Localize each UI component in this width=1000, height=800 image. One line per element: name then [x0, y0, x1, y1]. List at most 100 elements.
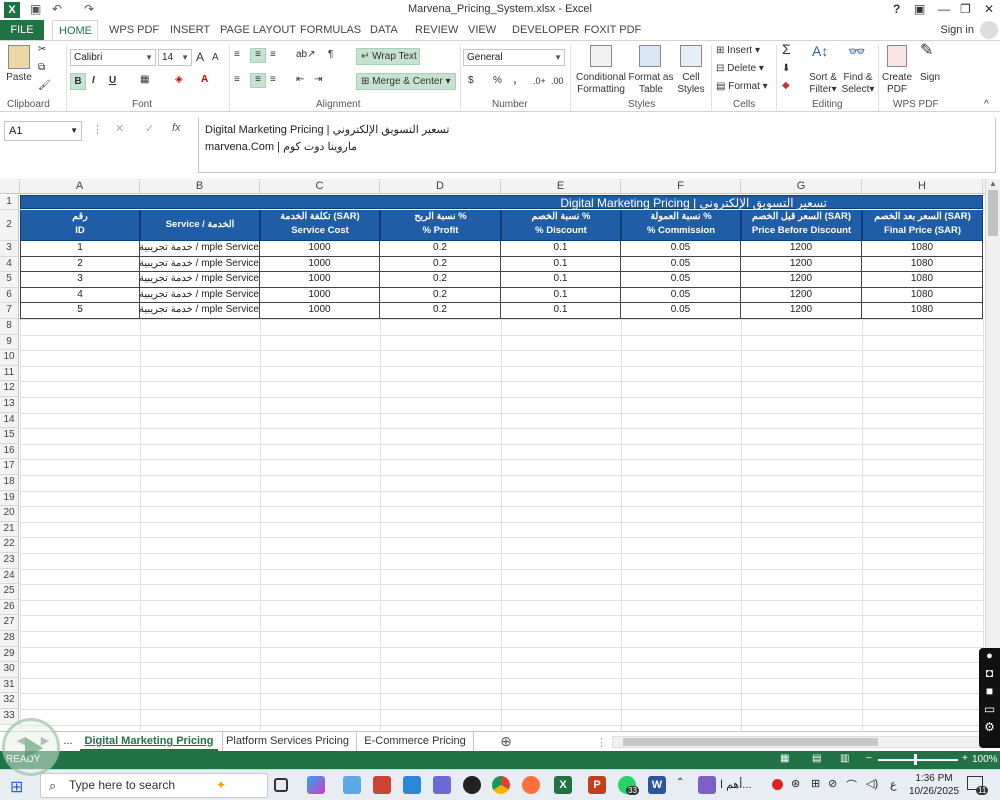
table-cell[interactable]: mple Service / خدمة تجريبية: [140, 272, 260, 288]
row-header-15[interactable]: 15: [0, 428, 19, 444]
tab-formulas[interactable]: FORMULAS: [294, 20, 367, 40]
sort-filter-button[interactable]: Sort & Filter▾: [806, 72, 840, 96]
table-cell[interactable]: 0.1: [501, 256, 621, 273]
settings-gear-icon[interactable]: ⚙: [979, 720, 1000, 734]
row-header-20[interactable]: 20: [0, 506, 19, 522]
word-icon[interactable]: W: [648, 776, 666, 794]
column-header-b[interactable]: B: [140, 179, 260, 194]
percent-button[interactable]: %: [493, 75, 502, 87]
sheet-tab-ecommerce[interactable]: E-Commerce Pricing: [356, 732, 474, 751]
align-middle-icon[interactable]: ≡: [250, 48, 266, 63]
row-header-32[interactable]: 32: [0, 693, 19, 709]
teams-icon[interactable]: [698, 776, 716, 794]
wifi-icon[interactable]: ⌒: [846, 777, 857, 793]
table-cell[interactable]: 2: [20, 256, 140, 273]
font-size-select[interactable]: 14 ▼: [158, 49, 192, 66]
excel-taskbar-icon[interactable]: X: [554, 776, 572, 794]
row-header-17[interactable]: 17: [0, 459, 19, 475]
taskbar-clock[interactable]: 1:36 PM 10/26/2025: [906, 772, 962, 798]
table-cell[interactable]: 0.1: [501, 303, 621, 319]
insert-cells-button[interactable]: ⊞ Insert ▾: [716, 45, 760, 57]
store-icon[interactable]: [403, 776, 421, 794]
cut-icon[interactable]: ✂: [38, 44, 46, 56]
header-cell-c[interactable]: تكلفة الخدمة (SAR) Service Cost: [260, 210, 380, 241]
row-header-27[interactable]: 27: [0, 615, 19, 631]
more-sheets-button[interactable]: ...: [60, 732, 76, 751]
table-cell[interactable]: 1000: [260, 256, 380, 273]
zoom-in-button[interactable]: +: [962, 753, 968, 764]
table-cell[interactable]: 0.1: [501, 287, 621, 304]
decrease-indent-icon[interactable]: ⇤: [296, 74, 304, 86]
table-cell[interactable]: 1200: [741, 287, 862, 304]
row-header-29[interactable]: 29: [0, 646, 19, 663]
table-cell[interactable]: 1200: [741, 272, 862, 288]
copilot-icon[interactable]: [307, 776, 325, 794]
normal-view-icon[interactable]: ▦: [780, 753, 789, 764]
record-icon[interactable]: [772, 779, 783, 790]
table-cell[interactable]: 0.05: [621, 303, 741, 319]
row-header-18[interactable]: 18: [0, 475, 19, 491]
font-color-icon[interactable]: A: [201, 74, 208, 86]
row-header-14[interactable]: 14: [0, 412, 19, 429]
orientation-icon[interactable]: ab↗: [296, 49, 316, 61]
table-cell[interactable]: 1200: [741, 241, 862, 257]
conditional-formatting-button[interactable]: Conditional Formatting: [574, 72, 628, 96]
column-header-d[interactable]: D: [380, 179, 501, 194]
number-format-select[interactable]: General ▼: [463, 49, 565, 66]
clear-icon[interactable]: ◆: [782, 80, 790, 92]
horizontal-scrollbar[interactable]: [612, 736, 982, 748]
sheet-title-cell[interactable]: Digital Marketing Pricing | تسعير التسوي…: [20, 195, 983, 210]
header-cell-g[interactable]: السعر قبل الخصم (SAR) Price Before Discou…: [741, 210, 862, 241]
table-cell[interactable]: 0.2: [380, 303, 501, 319]
tab-home[interactable]: HOME: [52, 20, 98, 40]
table-cell[interactable]: 1000: [260, 241, 380, 257]
paste-button[interactable]: Paste: [2, 72, 36, 84]
soccer-icon[interactable]: [463, 776, 481, 794]
table-cell[interactable]: 0.2: [380, 272, 501, 288]
firefox-icon[interactable]: [522, 776, 540, 794]
account-avatar[interactable]: [980, 21, 998, 39]
sign-button[interactable]: Sign: [918, 72, 942, 84]
powerpoint-icon[interactable]: P: [588, 776, 606, 794]
row-header-2[interactable]: 2: [0, 210, 19, 241]
create-pdf-button[interactable]: Create PDF: [880, 72, 914, 96]
table-cell[interactable]: mple Service / خدمة تجريبية: [140, 287, 260, 304]
row-header-16[interactable]: 16: [0, 443, 19, 460]
table-cell[interactable]: 1080: [862, 241, 983, 257]
paste-icon[interactable]: [8, 45, 30, 69]
name-box[interactable]: A1 ▼: [4, 121, 82, 141]
column-header-a[interactable]: A: [20, 179, 140, 194]
tab-foxit-pdf[interactable]: FOXIT PDF: [578, 20, 647, 40]
format-cells-button[interactable]: ▤ Format ▾: [716, 81, 768, 93]
borders-icon[interactable]: ▦: [140, 74, 149, 86]
row-header-25[interactable]: 25: [0, 584, 19, 600]
sign-in-link[interactable]: Sign in: [940, 24, 974, 36]
fill-color-icon[interactable]: ◈: [175, 74, 183, 86]
column-header-c[interactable]: C: [260, 179, 380, 194]
row-header-12[interactable]: 12: [0, 381, 19, 397]
row-header-5[interactable]: 5: [0, 272, 19, 288]
align-bottom-icon[interactable]: ≡: [270, 49, 276, 61]
currency-button[interactable]: $: [468, 75, 474, 87]
chrome-icon[interactable]: [492, 776, 510, 794]
tray-icon-1[interactable]: ⊛: [791, 777, 800, 790]
find-select-button[interactable]: Find & Select▾: [840, 72, 876, 96]
tab-data[interactable]: DATA: [364, 20, 404, 40]
row-header-1[interactable]: 1: [0, 195, 19, 210]
column-header-h[interactable]: H: [862, 179, 983, 194]
row-header-13[interactable]: 13: [0, 397, 19, 413]
header-cell-f[interactable]: نسبة العمولة % % Commission: [621, 210, 741, 241]
rtl-icon[interactable]: ¶: [328, 49, 333, 61]
format-as-table-button[interactable]: Format as Table: [628, 72, 674, 96]
row-header-28[interactable]: 28: [0, 631, 19, 647]
table-cell[interactable]: 1080: [862, 303, 983, 319]
camera-icon[interactable]: ◘: [979, 666, 1000, 680]
windows-start-icon[interactable]: ⊞: [10, 777, 23, 797]
column-header-f[interactable]: F: [621, 179, 741, 194]
table-cell[interactable]: 0.2: [380, 256, 501, 273]
zoom-out-button[interactable]: −: [866, 753, 872, 764]
tab-split-icon[interactable]: ⋮: [596, 736, 607, 749]
header-cell-e[interactable]: نسبة الخصم % % Discount: [501, 210, 621, 241]
app-icon[interactable]: [433, 776, 451, 794]
copy-icon[interactable]: ⧉: [38, 62, 45, 74]
